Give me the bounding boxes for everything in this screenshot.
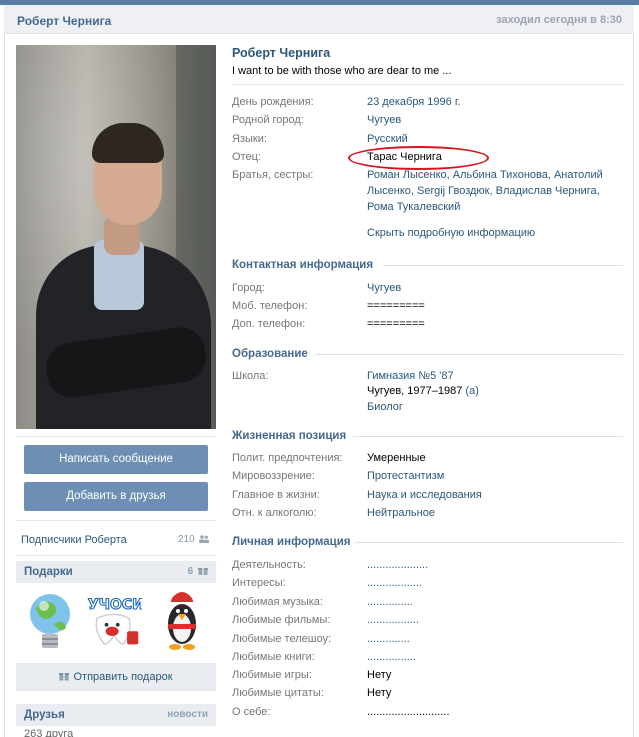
interests-value[interactable]: .................. bbox=[367, 577, 422, 589]
school-label: Школа: bbox=[232, 370, 269, 382]
svg-text:УЧОСИ: УЧОСИ bbox=[88, 597, 142, 613]
divider bbox=[16, 555, 216, 556]
hide-details-link[interactable]: Скрыть подробную информацию bbox=[367, 227, 535, 239]
life-position-section-title: Жизненная позиция bbox=[232, 430, 347, 442]
school-years-text: Чугуев, 1977–1987 bbox=[367, 385, 463, 397]
gift-uchosi-tooth[interactable]: УЧОСИ bbox=[86, 588, 142, 654]
city-value[interactable]: Чугуев bbox=[367, 282, 401, 294]
worldview-label: Мировоззрение: bbox=[232, 470, 315, 482]
gift-penguin-santa[interactable] bbox=[154, 588, 210, 654]
divider bbox=[16, 436, 216, 437]
activity-value[interactable]: .................... bbox=[367, 559, 428, 571]
gifts-header[interactable]: Подарки 6 bbox=[16, 561, 216, 583]
divider bbox=[383, 265, 623, 266]
siblings-value[interactable]: Роман Лысенко, Альбина Тихонова, Анатоли… bbox=[367, 167, 617, 215]
alcohol-label: Отн. к алкоголю: bbox=[232, 507, 317, 519]
tv-shows-label: Любимые телешоу: bbox=[232, 633, 332, 645]
interests-label: Интересы: bbox=[232, 577, 286, 589]
siblings-line[interactable]: Рома Тукалевский bbox=[367, 199, 617, 215]
followers-count: 210 bbox=[178, 534, 210, 545]
games-value: Нету bbox=[367, 669, 392, 681]
last-seen-status: заходил сегодня в 8:30 bbox=[496, 14, 622, 26]
profile-status[interactable]: I want to be with those who are dear to … bbox=[232, 65, 452, 77]
activity-label: Деятельность: bbox=[232, 559, 306, 571]
tv-shows-value[interactable]: .............. bbox=[367, 633, 410, 645]
gift-icon bbox=[59, 673, 70, 681]
games-label: Любимые игры: bbox=[232, 669, 312, 681]
music-value[interactable]: ............... bbox=[367, 596, 413, 608]
page-header: Роберт Чернига заходил сегодня в 8:30 bbox=[4, 5, 634, 34]
father-label: Отец: bbox=[232, 151, 261, 163]
main-in-life-label: Главное в жизни: bbox=[232, 489, 320, 501]
divider bbox=[353, 436, 623, 437]
send-gift-label: Отправить подарок bbox=[73, 671, 173, 683]
education-section-title: Образование bbox=[232, 348, 308, 360]
gift-icon bbox=[198, 568, 208, 575]
send-gift-button[interactable]: Отправить подарок bbox=[16, 663, 216, 691]
phone-label: Доп. телефон: bbox=[232, 318, 306, 330]
languages-value[interactable]: Русский bbox=[367, 133, 408, 145]
divider bbox=[315, 354, 623, 355]
profile-name: Роберт Чернига bbox=[232, 46, 331, 60]
divider bbox=[355, 542, 623, 543]
contacts-section-title: Контактная информация bbox=[232, 259, 374, 271]
profile-photo[interactable] bbox=[16, 45, 216, 429]
gift-lightbulb-globe[interactable] bbox=[24, 588, 80, 654]
divider bbox=[232, 84, 623, 85]
hometown-value[interactable]: Чугуев bbox=[367, 114, 401, 126]
politics-label: Полит. предпочтения: bbox=[232, 452, 343, 464]
birthday-label: День рождения: bbox=[232, 96, 314, 108]
hometown-label: Родной город: bbox=[232, 114, 304, 126]
school-value[interactable]: Гимназия №5 '87 bbox=[367, 370, 454, 382]
siblings-line[interactable]: Лысенко, Sergij Гвоздюк, Владислав Черни… bbox=[367, 183, 617, 199]
alcohol-value[interactable]: Нейтральное bbox=[367, 507, 435, 519]
about-label: О себе: bbox=[232, 706, 271, 718]
worldview-value[interactable]: Протестантизм bbox=[367, 470, 444, 482]
gifts-count-value: 6 bbox=[187, 566, 194, 577]
followers-link[interactable]: Подписчики Роберта bbox=[21, 534, 127, 546]
about-value: ........................... bbox=[367, 706, 450, 718]
quotes-value: Нету bbox=[367, 687, 392, 699]
school-subject[interactable]: Биолог bbox=[367, 401, 403, 413]
mobile-value: ========= bbox=[367, 300, 425, 312]
friends-count[interactable]: 263 друга bbox=[24, 728, 73, 737]
gifts-count: 6 bbox=[188, 566, 208, 577]
friends-title: Друзья bbox=[24, 709, 65, 721]
movies-value[interactable]: ................. bbox=[367, 614, 419, 626]
school-class-link[interactable]: (а) bbox=[465, 385, 478, 397]
movies-label: Любимые фильмы: bbox=[232, 614, 331, 626]
write-message-button[interactable]: Написать сообщение bbox=[24, 445, 208, 474]
followers-count-value: 210 bbox=[178, 534, 195, 545]
main-in-life-value[interactable]: Наука и исследования bbox=[367, 489, 482, 501]
phone-value: ========= bbox=[367, 318, 425, 330]
politics-value: Умеренные bbox=[367, 452, 426, 464]
people-icon bbox=[199, 535, 210, 543]
books-label: Любимые книги: bbox=[232, 651, 315, 663]
music-label: Любимая музыка: bbox=[232, 596, 323, 608]
add-friend-button[interactable]: Добавить в друзья bbox=[24, 482, 208, 511]
mobile-label: Моб. телефон: bbox=[232, 300, 308, 312]
divider bbox=[16, 520, 216, 521]
siblings-line[interactable]: Роман Лысенко, Альбина Тихонова, Анатоли… bbox=[367, 167, 617, 183]
city-label: Город: bbox=[232, 282, 265, 294]
friends-header[interactable]: Друзья новости bbox=[16, 704, 216, 726]
friends-news-link[interactable]: новости bbox=[167, 709, 208, 720]
languages-label: Языки: bbox=[232, 133, 267, 145]
books-value[interactable]: ................ bbox=[367, 651, 416, 663]
gifts-title: Подарки bbox=[24, 566, 73, 578]
school-years: Чугуев, 1977–1987 (а) bbox=[367, 385, 479, 397]
personal-section-title: Личная информация bbox=[232, 536, 351, 548]
siblings-label: Братья, сестры: bbox=[232, 169, 314, 181]
birthday-value[interactable]: 23 декабря 1996 г. bbox=[367, 96, 461, 108]
page-title: Роберт Чернига bbox=[17, 14, 112, 28]
quotes-label: Любимые цитаты: bbox=[232, 687, 324, 699]
